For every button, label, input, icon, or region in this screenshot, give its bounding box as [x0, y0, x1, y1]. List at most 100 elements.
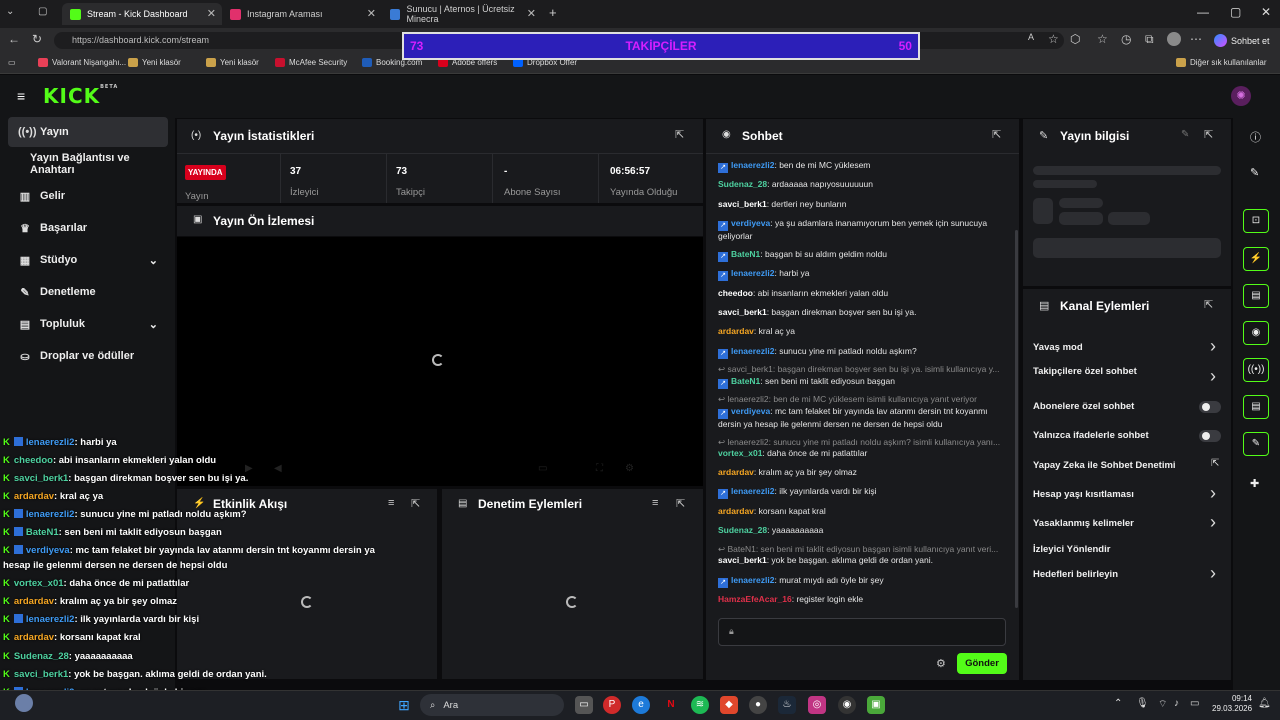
- chat-username[interactable]: lenaerezli2: [731, 346, 774, 356]
- rail-lightning-button[interactable]: ⚡: [1243, 247, 1269, 271]
- chat-settings-icon[interactable]: ⚙: [936, 657, 946, 670]
- netflix-icon[interactable]: N: [662, 696, 680, 714]
- sidebar-item-drops[interactable]: ⛀ Droplar ve ödüller: [8, 341, 168, 371]
- chat-username[interactable]: lenaerezli2: [731, 268, 774, 278]
- pinterest-icon[interactable]: P: [603, 696, 621, 714]
- tab-kick-dashboard[interactable]: Stream - Kick Dashboard ✕: [62, 3, 222, 25]
- send-button[interactable]: Gönder: [957, 653, 1007, 674]
- chat-username[interactable]: savci_berk1: [718, 307, 767, 317]
- extensions-icon[interactable]: ⬡: [1070, 32, 1080, 46]
- sidebar-item-stream[interactable]: ((•)) Yayın: [8, 117, 168, 147]
- sidebar-item-community[interactable]: ▤ Topluluk ⌄: [8, 309, 168, 339]
- chat-username[interactable]: ardardav: [718, 326, 754, 336]
- popout-icon[interactable]: ⇱: [992, 128, 1001, 141]
- channel-action-8[interactable]: İzleyici Yönlendir: [1033, 544, 1110, 555]
- rail-broadcast-button[interactable]: ((•)): [1243, 358, 1269, 382]
- filter-icon[interactable]: ≡: [652, 497, 658, 509]
- more-menu-icon[interactable]: ⋯: [1190, 32, 1202, 46]
- chat-username[interactable]: lenaerezli2: [731, 575, 774, 585]
- tab-list-icon[interactable]: ⌄: [6, 6, 14, 17]
- channel-action-2[interactable]: Takipçilere özel sohbet: [1033, 366, 1137, 377]
- chat-username[interactable]: HamzaEfeAcar_16: [718, 594, 792, 604]
- close-tab-icon[interactable]: ✕: [527, 7, 536, 20]
- file-explorer-icon[interactable]: ▭: [575, 696, 593, 714]
- chat-username[interactable]: lenaerezli2: [731, 160, 774, 170]
- chat-username[interactable]: Sudenaz_28: [718, 525, 767, 535]
- edit-icon[interactable]: ✎: [1250, 166, 1259, 179]
- chevron-right-icon[interactable]: ›: [1210, 484, 1216, 502]
- external-link-icon[interactable]: ⇱: [1211, 458, 1219, 469]
- settings-icon[interactable]: ⚙: [625, 463, 634, 474]
- channel-action-6[interactable]: Hesap yaşı kısıtlaması: [1033, 489, 1134, 500]
- rail-wrench-button[interactable]: ✎: [1243, 432, 1269, 456]
- weather-icon[interactable]: [15, 694, 33, 712]
- chevron-right-icon[interactable]: ›: [1210, 564, 1216, 582]
- copilot-button[interactable]: Sohbet et: [1214, 32, 1278, 49]
- chat-username[interactable]: verdiyeva: [731, 406, 770, 416]
- chat-username[interactable]: cheedoo: [718, 288, 753, 298]
- user-avatar[interactable]: ✺: [1231, 86, 1251, 106]
- favorite-star-icon[interactable]: ☆: [1048, 32, 1059, 46]
- sidebar-item-stream-key[interactable]: Yayın Bağlantısı ve Anahtarı: [8, 149, 168, 179]
- kick-logo[interactable]: KICKBETA: [43, 84, 118, 108]
- close-tab-icon[interactable]: ✕: [367, 7, 376, 20]
- steam-icon[interactable]: ♨: [778, 696, 796, 714]
- chat-username[interactable]: Sudenaz_28: [718, 179, 767, 189]
- bookmark-other[interactable]: Diğer sık kullanılanlar: [1176, 58, 1266, 67]
- favorites-icon[interactable]: ☆: [1097, 32, 1108, 46]
- channel-action-7[interactable]: Yasaklanmış kelimeler: [1033, 518, 1134, 529]
- chevron-right-icon[interactable]: ›: [1210, 367, 1216, 385]
- spotify-icon[interactable]: ≋: [691, 696, 709, 714]
- chat-username[interactable]: BateN1: [731, 376, 760, 386]
- edit-icon[interactable]: ✎: [1181, 129, 1189, 140]
- chat-username[interactable]: verdiyeva: [731, 218, 770, 228]
- chat-username[interactable]: vortex_x01: [718, 448, 762, 458]
- info-icon[interactable]: ⓘ: [1250, 129, 1261, 145]
- sidebar-item-studio[interactable]: ▦ Stüdyo ⌄: [8, 245, 168, 275]
- chevron-right-icon[interactable]: ›: [1210, 337, 1216, 355]
- toggle-switch[interactable]: [1199, 401, 1221, 413]
- chat-username[interactable]: savci_berk1: [718, 555, 767, 565]
- rail-document-button[interactable]: ▤: [1243, 284, 1269, 308]
- chat-username[interactable]: BateN1: [731, 249, 760, 259]
- notifications-icon[interactable]: 🔔︎: [1258, 698, 1271, 709]
- chat-username[interactable]: lenaerezli2: [731, 486, 774, 496]
- workspaces-icon[interactable]: ▢: [38, 6, 47, 17]
- toggle-switch[interactable]: [1199, 430, 1221, 442]
- windows-start-icon[interactable]: ⊞: [395, 696, 413, 714]
- new-tab-icon[interactable]: +: [549, 5, 557, 20]
- history-icon[interactable]: ◷: [1121, 32, 1131, 46]
- fullscreen-icon[interactable]: ⛶: [596, 463, 603, 474]
- channel-action-4[interactable]: Yalnızca ifadelerle sohbet: [1033, 430, 1149, 441]
- channel-action-5[interactable]: Yapay Zeka ile Sohbet Denetimi: [1033, 460, 1176, 471]
- tray-chevron-icon[interactable]: ⌃: [1114, 698, 1122, 709]
- instagram-icon[interactable]: ◎: [808, 696, 826, 714]
- taskbar-clock[interactable]: 09:14 29.03.2026: [1212, 694, 1252, 714]
- refresh-icon[interactable]: ↻: [32, 32, 42, 46]
- sidebar-item-achievements[interactable]: ♛ Başarılar: [8, 213, 168, 243]
- chat-username[interactable]: ardardav: [718, 467, 754, 477]
- minimize-icon[interactable]: —: [1197, 5, 1209, 19]
- channel-action-3[interactable]: Abonelere özel sohbet: [1033, 401, 1134, 412]
- bookmarks-menu-icon[interactable]: ▭: [8, 58, 16, 67]
- rail-channel-button[interactable]: ▤: [1243, 395, 1269, 419]
- chat-username[interactable]: ardardav: [718, 506, 754, 516]
- read-aloud-icon[interactable]: A: [1028, 32, 1034, 42]
- back-icon[interactable]: ←: [8, 32, 20, 46]
- rail-chat-button[interactable]: ◉: [1243, 321, 1269, 345]
- obs-icon[interactable]: ●: [749, 696, 767, 714]
- profile-avatar[interactable]: [1167, 32, 1181, 46]
- app-icon[interactable]: ◆: [720, 696, 738, 714]
- minecraft-icon[interactable]: ▣: [867, 696, 885, 714]
- popout-icon[interactable]: ⇱: [1204, 298, 1213, 311]
- chat-scrollbar[interactable]: [1015, 230, 1018, 608]
- bookmark-folder-1[interactable]: Yeni klasör: [128, 58, 181, 67]
- theatre-icon[interactable]: ▭: [538, 463, 547, 474]
- edge-icon[interactable]: e: [632, 696, 650, 714]
- volume-icon[interactable]: ♪: [1174, 698, 1179, 709]
- close-window-icon[interactable]: ✕: [1261, 5, 1271, 19]
- chrome-icon[interactable]: ◉: [838, 696, 856, 714]
- popout-icon[interactable]: ⇱: [676, 497, 685, 510]
- tab-instagram[interactable]: Instagram Araması ✕: [222, 3, 382, 25]
- taskbar-search[interactable]: ⌕ Ara: [420, 694, 564, 716]
